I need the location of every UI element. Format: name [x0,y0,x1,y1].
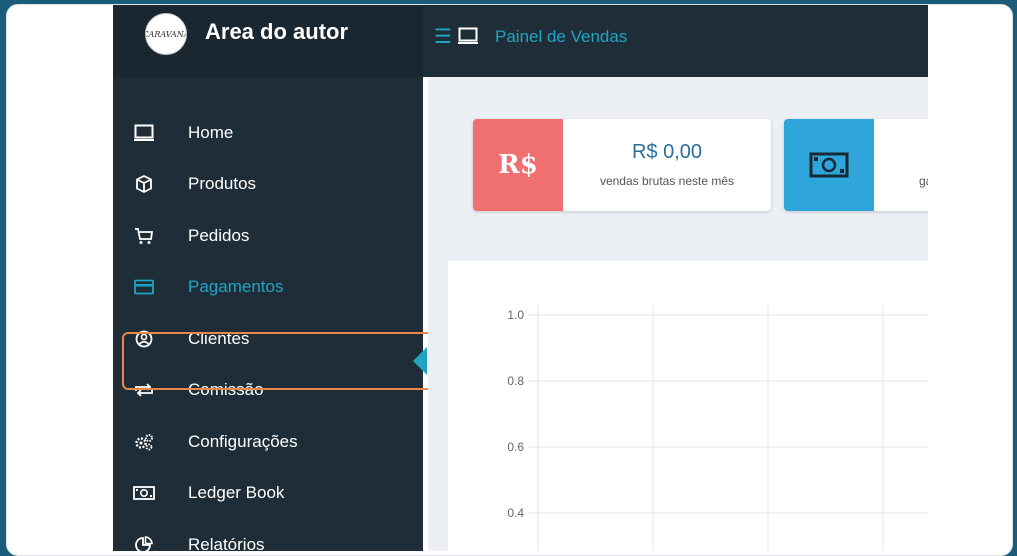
cart-icon [133,225,155,247]
sidebar-item-label: Pedidos [188,225,250,245]
money-icon [784,119,874,211]
exchange-icon [133,379,155,401]
sidebar-item-relatorios[interactable]: Relatórios [113,519,423,551]
sidebar-item-ledger-book[interactable]: Ledger Book [113,468,423,520]
sidebar-item-label: Ledger Book [188,483,285,503]
sidebar-item-clientes[interactable]: Clientes [113,313,423,365]
box-icon [133,173,155,195]
money-icon [133,482,155,504]
sidebar-item-comissao[interactable]: Comissão [113,365,423,417]
sidebar-item-label: Clientes [188,328,250,348]
card-value: R$ 0,00 [631,141,703,163]
sidebar-menu: Home Produtos Pedidos Pagamentos Cliente… [113,107,423,551]
sidebar-item-label: Comissão [188,380,264,400]
sidebar-item-pedidos[interactable]: Pedidos [113,210,423,262]
sidebar-item-label: Home [188,122,234,142]
y-tick-label: 0.6 [507,440,524,454]
sidebar-item-configuracoes[interactable]: Configurações [113,416,423,468]
top-bar: CARAVANA Area do autor ☰ Painel de Venda… [113,5,928,77]
sales-chart-panel: 1.0 0.8 0.6 0.4 [448,261,928,551]
monitor-icon [458,27,478,44]
brand-area: CARAVANA Area do autor [113,5,423,77]
sidebar-item-label: Relatórios [188,534,265,551]
monitor-icon [133,122,155,144]
info-card-vendas[interactable]: R$ R$ 0,00 vendas brutas neste mês [473,119,771,211]
info-card-ganhos[interactable]: ga [784,119,928,211]
hamburger-menu-icon[interactable]: ☰ [434,27,452,47]
y-tick-label: 0.4 [507,506,524,520]
sidebar-item-produtos[interactable]: Produtos [113,159,423,211]
app-window: CARAVANA Area do autor ☰ Painel de Venda… [113,5,928,551]
brand-logo[interactable]: CARAVANA [145,13,187,55]
card-label: vendas brutas neste mês [599,174,735,188]
cogs-icon [133,431,155,453]
screenshot-frame: CARAVANA Area do autor ☰ Painel de Venda… [6,4,1013,556]
user-circle-icon [133,328,155,350]
y-tick-label: 0.8 [507,374,524,388]
sales-chart: 1.0 0.8 0.6 0.4 [507,305,928,551]
sidebar-item-label: Pagamentos [188,277,284,297]
sidebar-item-label: Configurações [188,431,298,451]
sidebar: Home Produtos Pedidos Pagamentos Cliente… [113,77,440,551]
card-label: ga [919,174,928,188]
y-tick-label: 1.0 [507,308,524,322]
pie-chart-icon [133,534,155,551]
page-title: Painel de Vendas [495,27,628,46]
credit-card-icon [133,276,155,298]
active-indicator-caret [413,347,427,375]
brand-title: Area do autor [205,19,349,44]
main-content: R$ R$ 0,00 vendas brutas neste mês ga 1.… [428,77,928,551]
sidebar-item-label: Produtos [188,174,257,194]
currency-real-icon: R$ [473,119,563,211]
sidebar-item-pagamentos[interactable]: Pagamentos [113,262,423,314]
sidebar-item-home[interactable]: Home [113,107,423,159]
